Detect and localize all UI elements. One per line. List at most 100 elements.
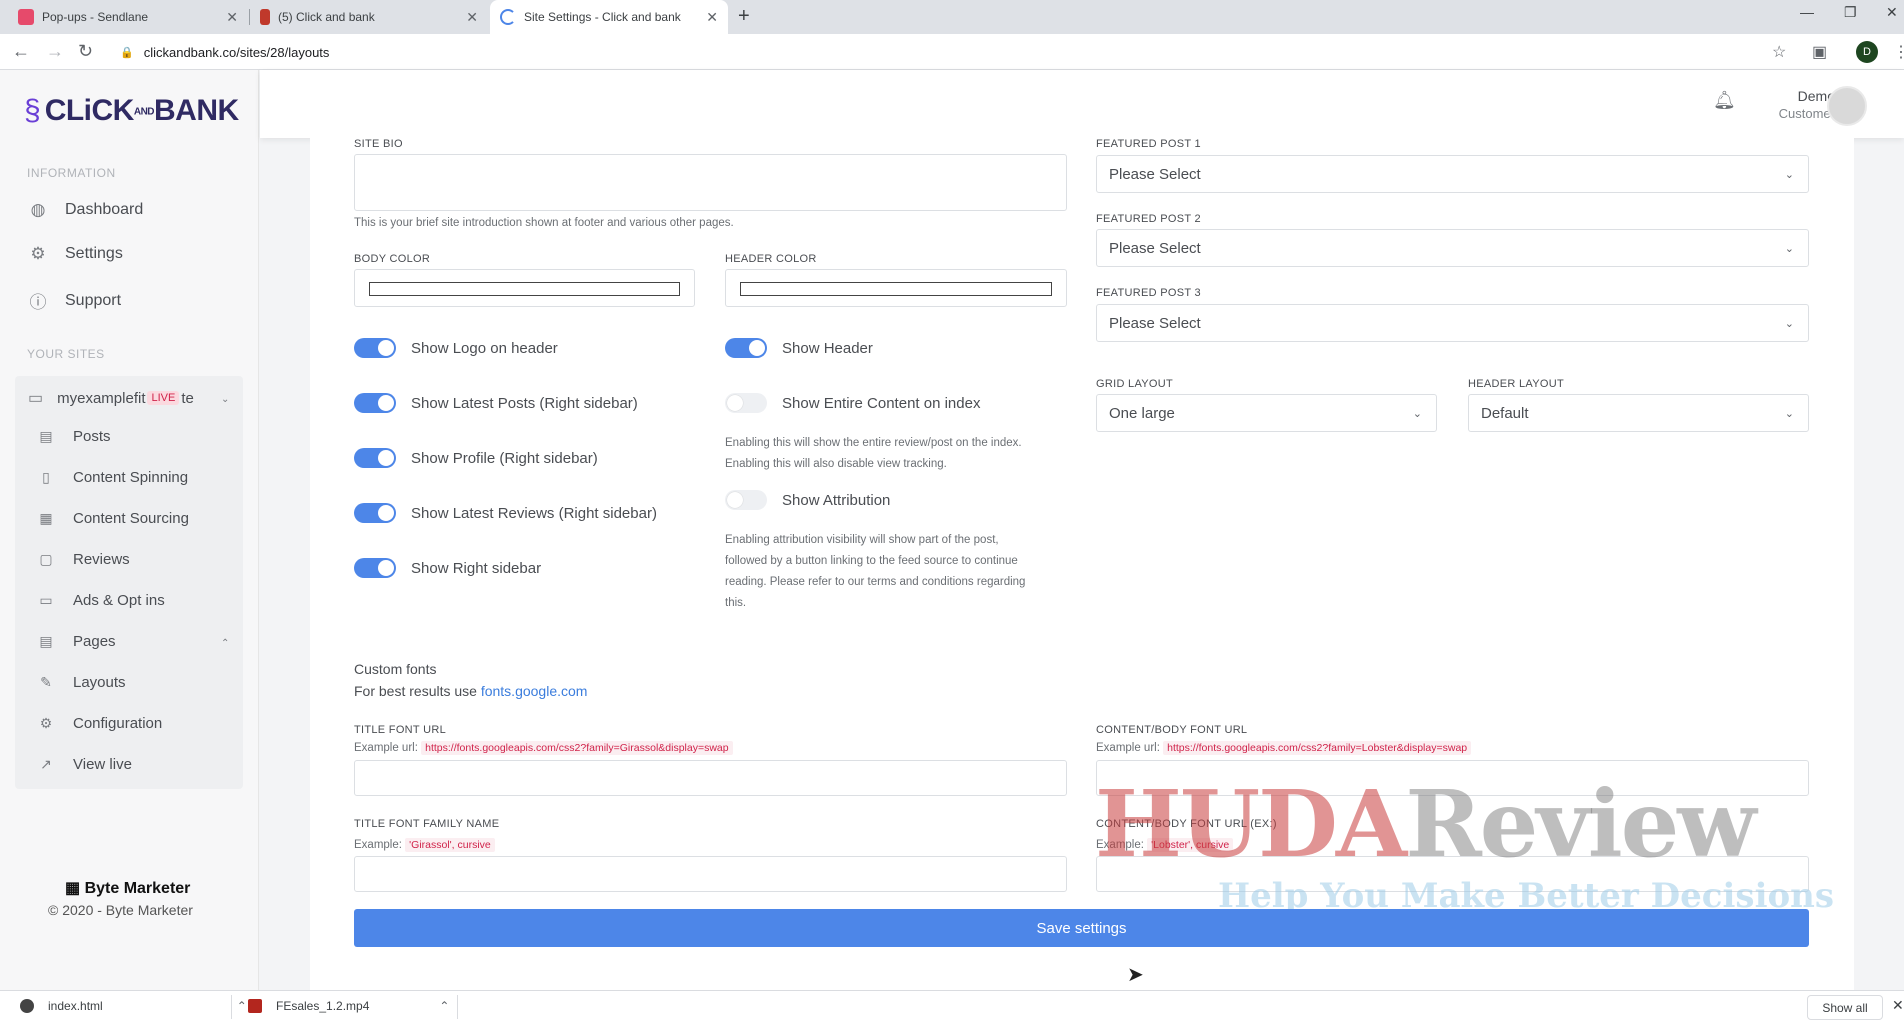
browser-tab[interactable]: Pop-ups - Sendlane ✕ (8, 0, 248, 34)
site-bio-help: This is your brief site introduction sho… (354, 217, 734, 229)
sidebar-item-content-spinning[interactable]: ▯ Content Spinning (37, 469, 188, 486)
bookmark-star-icon[interactable]: ☆ (1772, 42, 1786, 62)
tab-title: (5) Click and bank (278, 10, 375, 24)
globe-icon: ◍ (30, 200, 46, 219)
body-color-input[interactable] (354, 269, 695, 307)
logo-text: CLiCK (44, 94, 135, 127)
sidebar-item-dashboard[interactable]: ◍ Dashboard (27, 200, 144, 220)
toggle-show-right-sidebar[interactable] (354, 558, 396, 578)
pages-icon: ▤ (39, 633, 53, 649)
header-layout-select[interactable]: Default ⌄ (1468, 394, 1809, 432)
external-link-icon: ↗ (40, 756, 52, 772)
download-bar: index.html ⌃ FEsales_1.2.mp4 ⌃ Show all … (0, 990, 1904, 1023)
chevron-down-icon[interactable]: ⌄ (221, 394, 229, 405)
close-tab-icon[interactable]: ✕ (466, 9, 478, 26)
reload-icon[interactable]: ↻ (78, 41, 93, 62)
featured-post-2-select[interactable]: Please Select ⌄ (1096, 229, 1809, 267)
custom-fonts-prefix: For best results use (354, 683, 477, 699)
html-file-icon (20, 999, 34, 1013)
toggle-show-header[interactable] (725, 338, 767, 358)
google-fonts-link[interactable]: fonts.google.com (481, 683, 588, 699)
loading-spinner-icon (500, 9, 516, 25)
download-name: FEsales_1.2.mp4 (276, 999, 370, 1013)
logo-mark-icon: § (24, 94, 41, 127)
minimize-icon[interactable]: — (1800, 4, 1814, 20)
chevron-up-icon[interactable]: ⌃ (221, 638, 229, 649)
sidebar-item-posts[interactable]: ▤ Posts (37, 428, 111, 445)
toggle-label: Show Header (782, 340, 873, 357)
toggle-label: Show Latest Posts (Right sidebar) (411, 395, 638, 412)
toggle-show-latest-reviews[interactable] (354, 503, 396, 523)
browser-menu-icon[interactable]: ⋮ (1893, 42, 1904, 62)
site-name: myexamplefit (57, 389, 146, 407)
app-logo[interactable]: § CLiCKANDBANK (24, 94, 239, 128)
sidebar-item-content-sourcing[interactable]: ▦ Content Sourcing (37, 510, 189, 527)
bell-icon[interactable]: 🔔︎ (1713, 90, 1736, 111)
close-tab-icon[interactable]: ✕ (706, 9, 718, 26)
profile-avatar[interactable]: D (1856, 41, 1878, 63)
url-field[interactable]: 🔒 clickandbank.co/sites/28/layouts (120, 40, 1770, 64)
footer-brand: ▦ Byte Marketer (65, 878, 190, 898)
download-item[interactable]: FEsales_1.2.mp4 ⌃ (248, 999, 449, 1013)
toggle-show-entire-content[interactable] (725, 393, 767, 413)
sidebar-item-settings[interactable]: ⚙ Settings (27, 244, 123, 264)
sidebar-item-view-live[interactable]: ↗ View live (37, 756, 132, 773)
chevron-up-icon[interactable]: ⌃ (237, 999, 247, 1013)
sidebar-item-layouts[interactable]: ✎ Layouts (37, 674, 125, 691)
restore-icon[interactable]: ❐ (1844, 4, 1857, 21)
close-window-icon[interactable]: ✕ (1886, 4, 1898, 21)
help-line: Enabling attribution visibility will sho… (725, 534, 999, 546)
featured-post-1-select[interactable]: Please Select ⌄ (1096, 155, 1809, 193)
grid-layout-select[interactable]: One large ⌄ (1096, 394, 1437, 432)
download-item[interactable]: index.html ⌃ (20, 999, 247, 1013)
featured-post-3-select[interactable]: Please Select ⌄ (1096, 304, 1809, 342)
header-color-input[interactable] (725, 269, 1067, 307)
avatar[interactable] (1827, 86, 1867, 126)
sidebar-item-label: Settings (65, 245, 123, 262)
content-font-url-label: CONTENT/BODY FONT URL (1096, 724, 1248, 736)
back-icon[interactable]: ← (12, 41, 30, 62)
show-all-downloads-button[interactable]: Show all (1807, 995, 1883, 1020)
browser-tab-bar: Pop-ups - Sendlane ✕ (5) Click and bank … (0, 0, 1904, 34)
forward-icon[interactable]: → (46, 41, 64, 62)
select-value: Please Select (1109, 165, 1201, 183)
close-downloads-icon[interactable]: ✕ (1892, 997, 1904, 1014)
example-code: 'Girassol', cursive (405, 838, 495, 852)
close-tab-icon[interactable]: ✕ (226, 9, 238, 26)
sidebar-item-label: Configuration (73, 715, 163, 732)
site-name-suffix: te (181, 389, 194, 407)
title-font-family-input[interactable] (354, 856, 1067, 892)
footer-brand-text: Byte Marketer (84, 880, 191, 897)
new-tab-icon[interactable]: + (738, 5, 750, 28)
extension-icon[interactable]: ▣ (1812, 42, 1827, 62)
browser-tab[interactable]: (5) Click and bank ✕ (250, 0, 488, 34)
brush-icon: ✎ (40, 674, 52, 690)
save-settings-button[interactable]: Save settings (354, 909, 1809, 947)
toggle-show-profile[interactable] (354, 448, 396, 468)
watermark-grey: Review (1405, 770, 1756, 878)
site-selector[interactable]: ▭ myexamplefit LIVE te (28, 388, 194, 408)
header-layout-label: HEADER LAYOUT (1468, 378, 1564, 390)
sidebar-item-label: Content Spinning (73, 469, 189, 486)
browser-tab-active[interactable]: Site Settings - Click and bank ✕ (490, 0, 728, 34)
site-bio-textarea[interactable] (354, 154, 1067, 211)
select-value: One large (1109, 404, 1175, 422)
title-font-url-input[interactable] (354, 760, 1067, 796)
help-line: this. (725, 597, 747, 609)
section-label-your-sites: YOUR SITES (27, 347, 105, 361)
chevron-up-icon[interactable]: ⌃ (439, 999, 449, 1013)
sidebar-item-pages[interactable]: ▤ Pages (37, 633, 115, 650)
content-font-url-example: Example url: https://fonts.googleapis.co… (1096, 740, 1472, 756)
sidebar-item-support[interactable]: ⓘ Support (27, 288, 122, 313)
toggle-show-logo[interactable] (354, 338, 396, 358)
toggle-show-attribution[interactable] (725, 490, 767, 510)
sidebar-item-ads-opt-ins[interactable]: ▭ Ads & Opt ins (37, 592, 164, 609)
user-menu[interactable]: Demo Customer (1760, 88, 1835, 122)
watermark-red: HUDA (1095, 770, 1407, 878)
sidebar-item-configuration[interactable]: ⚙ Configuration (37, 715, 163, 732)
sidebar-item-label: Posts (73, 428, 111, 445)
sidebar-item-reviews[interactable]: ▢ Reviews (37, 551, 129, 568)
chevron-down-icon: ⌄ (1784, 408, 1794, 420)
toggle-show-latest-posts[interactable] (354, 393, 396, 413)
help-line: reading. Please refer to our terms and c… (725, 576, 1026, 588)
